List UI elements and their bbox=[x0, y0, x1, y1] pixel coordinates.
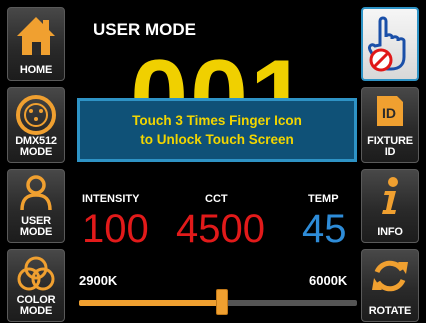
id-card-icon: ID bbox=[362, 94, 418, 128]
rotate-button[interactable]: ROTATE bbox=[361, 249, 419, 322]
cct-slider-thumb[interactable] bbox=[216, 289, 228, 315]
slider-max-label: 6000K bbox=[309, 273, 348, 288]
user-mode-label: USER MODE bbox=[19, 215, 53, 238]
fixture-id-label: FIXTURE ID bbox=[367, 135, 413, 158]
touch-lock-button[interactable] bbox=[361, 7, 419, 81]
temp-label: TEMP bbox=[308, 193, 339, 205]
color-circles-icon bbox=[8, 254, 64, 294]
unlock-instruction-dialog: Touch 3 Times Finger Icon to Unlock Touc… bbox=[77, 98, 357, 162]
user-icon bbox=[8, 174, 64, 212]
color-mode-button[interactable]: COLOR MODE bbox=[7, 249, 65, 322]
temp-value[interactable]: 45 bbox=[302, 207, 347, 251]
page-title: USER MODE bbox=[93, 20, 196, 39]
rotate-label: ROTATE bbox=[368, 305, 412, 317]
cct-label: CCT bbox=[205, 193, 228, 205]
slider-min-label: 2900K bbox=[79, 273, 118, 288]
dmx512-mode-button[interactable]: DMX512 MODE bbox=[7, 87, 65, 163]
color-mode-label: COLOR MODE bbox=[16, 294, 56, 317]
cct-slider-fill bbox=[79, 300, 222, 306]
info-label: INFO bbox=[377, 226, 403, 238]
dmx-connector-icon bbox=[8, 94, 64, 136]
rotate-icon bbox=[362, 256, 418, 296]
touch-lock-finger-icon bbox=[363, 15, 417, 75]
intensity-value[interactable]: 100 bbox=[82, 207, 149, 251]
info-button[interactable]: INFO bbox=[361, 169, 419, 243]
home-button[interactable]: HOME bbox=[7, 7, 65, 81]
user-mode-button[interactable]: USER MODE bbox=[7, 169, 65, 243]
dmx512-mode-label: DMX512 MODE bbox=[15, 135, 57, 158]
home-icon bbox=[8, 14, 64, 58]
unlock-instruction-line1: Touch 3 Times Finger Icon bbox=[132, 113, 302, 128]
svg-text:ID: ID bbox=[382, 105, 396, 121]
cct-value[interactable]: 4500 bbox=[176, 207, 265, 251]
intensity-label: INTENSITY bbox=[82, 193, 140, 205]
info-icon bbox=[362, 176, 418, 216]
fixture-id-button[interactable]: ID FIXTURE ID bbox=[361, 87, 419, 163]
unlock-instruction-line2: to Unlock Touch Screen bbox=[140, 132, 294, 147]
home-label: HOME bbox=[19, 64, 53, 76]
